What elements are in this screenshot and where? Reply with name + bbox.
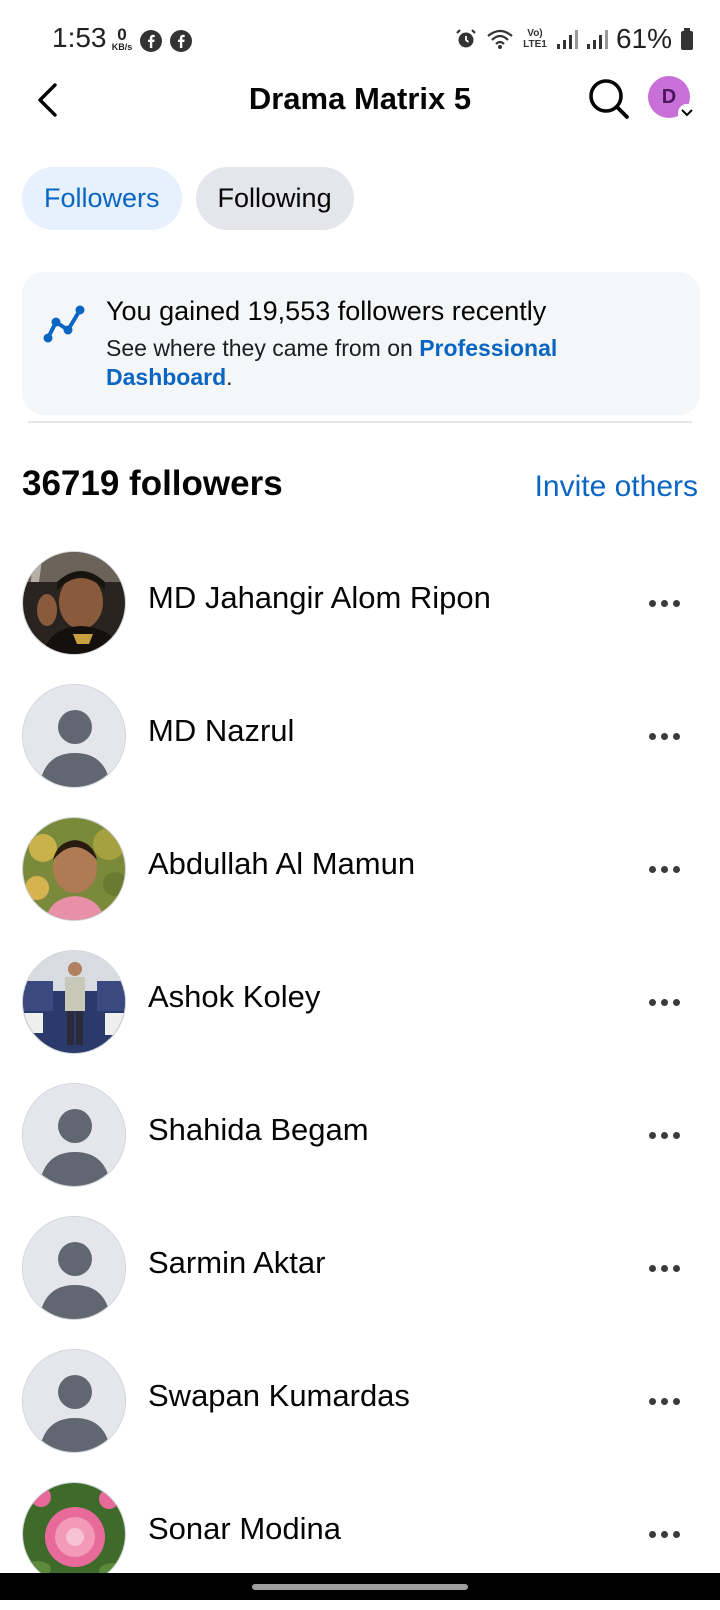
more-dots-icon [672, 1131, 680, 1139]
list-item[interactable]: Abdullah Al Mamun [0, 812, 720, 945]
more-options-button[interactable] [644, 1118, 684, 1152]
follower-name[interactable]: Sonar Modina [148, 1511, 341, 1547]
more-dots-icon [660, 1131, 668, 1139]
divider [28, 421, 692, 423]
battery-percent: 61% [615, 23, 672, 54]
avatar[interactable] [22, 1482, 126, 1586]
facebook-notification-icon [140, 30, 162, 52]
more-dots-icon [660, 1530, 668, 1538]
banner-title: You gained 19,553 followers recently [106, 296, 547, 326]
more-dots-icon [660, 1264, 668, 1272]
follower-name[interactable]: MD Jahangir Alom Ripon [148, 580, 491, 616]
invite-others-link[interactable]: Invite others [535, 470, 698, 504]
profile-photo [23, 818, 125, 920]
more-dots-icon [660, 865, 668, 873]
status-right-group: Vo) LTE1 61% [454, 22, 694, 56]
more-dots-icon [648, 1397, 656, 1405]
more-options-button[interactable] [644, 586, 684, 620]
more-dots-icon [672, 599, 680, 607]
tab-following[interactable]: Following [195, 167, 354, 230]
more-dots-icon [648, 1530, 656, 1538]
more-dots-icon [648, 599, 656, 607]
status-time: 1:53 [52, 22, 107, 53]
more-dots-icon [672, 732, 680, 740]
avatar[interactable] [22, 1083, 126, 1187]
system-navigation-bar [0, 1573, 720, 1600]
more-dots-icon [660, 998, 668, 1006]
network-type-label: Vo) LTE1 [523, 28, 547, 50]
default-avatar-icon [23, 1217, 125, 1319]
tab-followers[interactable]: Followers [22, 167, 182, 230]
more-dots-icon [672, 998, 680, 1006]
more-options-button[interactable] [644, 1517, 684, 1551]
avatar[interactable] [22, 551, 126, 655]
more-dots-icon [672, 1530, 680, 1538]
signal-strength-icon [556, 30, 578, 49]
more-dots-icon [648, 998, 656, 1006]
list-item[interactable]: Ashok Koley [0, 945, 720, 1078]
tab-bar: Followers Following [22, 167, 354, 230]
more-options-button[interactable] [644, 985, 684, 1019]
chevron-down-icon [678, 104, 696, 122]
follower-name[interactable]: Sarmin Aktar [148, 1245, 325, 1281]
list-item[interactable]: MD Nazrul [0, 679, 720, 812]
avatar[interactable] [22, 1216, 126, 1320]
default-avatar-icon [23, 685, 125, 787]
more-options-button[interactable] [644, 1251, 684, 1285]
profile-photo [23, 552, 125, 654]
more-dots-icon [648, 865, 656, 873]
default-avatar-icon [23, 1350, 125, 1452]
profile-switcher-button[interactable]: D [648, 76, 696, 122]
follower-name[interactable]: Ashok Koley [148, 979, 320, 1015]
more-dots-icon [660, 599, 668, 607]
more-dots-icon [648, 1131, 656, 1139]
signal-strength-icon [586, 30, 608, 49]
followers-gained-banner[interactable]: You gained 19,553 followers recently See… [22, 272, 700, 415]
banner-body-text: See where they came from on [106, 335, 420, 361]
avatar[interactable] [22, 817, 126, 921]
list-item[interactable]: Swapan Kumardas [0, 1344, 720, 1477]
battery-icon [681, 28, 693, 50]
more-dots-icon [648, 732, 656, 740]
data-rate-unit: KB/s [111, 42, 133, 52]
more-dots-icon [672, 1397, 680, 1405]
list-item[interactable]: MD Jahangir Alom Ripon [0, 546, 720, 679]
default-avatar-icon [23, 1084, 125, 1186]
list-item[interactable]: Sarmin Aktar [0, 1211, 720, 1344]
more-options-button[interactable] [644, 719, 684, 753]
banner-body-suffix: . [226, 364, 233, 390]
follower-name[interactable]: MD Nazrul [148, 713, 294, 749]
search-icon [589, 79, 629, 119]
alarm-icon [456, 29, 476, 48]
facebook-notification-icon [170, 30, 192, 52]
profile-photo [23, 1483, 125, 1585]
follower-name[interactable]: Swapan Kumardas [148, 1378, 410, 1414]
more-dots-icon [648, 1264, 656, 1272]
follower-name[interactable]: Shahida Begam [148, 1112, 369, 1148]
avatar[interactable] [22, 950, 126, 1054]
profile-photo [23, 951, 125, 1053]
chevron-left-icon [38, 83, 57, 117]
app-header: Drama Matrix 5 D [0, 64, 720, 134]
wifi-icon [487, 29, 513, 49]
back-button[interactable] [24, 76, 72, 124]
avatar[interactable] [22, 684, 126, 788]
data-rate-indicator: 0 KB/s [108, 26, 136, 52]
follower-name[interactable]: Abdullah Al Mamun [148, 846, 415, 882]
followers-count: 36719 followers [22, 464, 283, 503]
banner-body: See where they came from on Professional… [106, 334, 666, 392]
data-rate-value: 0 [117, 25, 127, 44]
more-dots-icon [672, 865, 680, 873]
more-dots-icon [672, 1264, 680, 1272]
more-options-button[interactable] [644, 852, 684, 886]
trend-chart-icon [43, 305, 85, 343]
more-dots-icon [660, 1397, 668, 1405]
more-dots-icon [660, 732, 668, 740]
search-button[interactable] [584, 74, 634, 124]
avatar[interactable] [22, 1349, 126, 1453]
more-options-button[interactable] [644, 1384, 684, 1418]
followers-list: MD Jahangir Alom Ripon MD Nazrul Abdulla… [0, 546, 720, 1610]
home-gesture-handle[interactable] [252, 1584, 468, 1590]
list-item[interactable]: Shahida Begam [0, 1078, 720, 1211]
